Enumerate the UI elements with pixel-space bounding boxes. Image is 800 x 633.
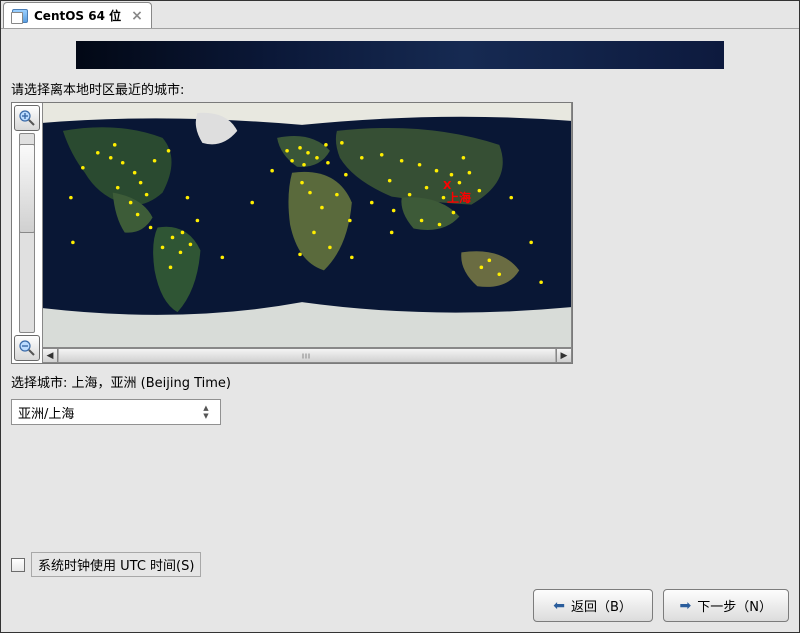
world-map-svg (43, 103, 571, 347)
city-dropdown[interactable]: 亚洲/上海 ▲ ▼ (11, 399, 221, 425)
arrow-left-icon: ⬅ (553, 598, 565, 614)
selected-city-label: 选择城市: 上海，亚洲 (Beijing Time) (11, 372, 789, 391)
zoom-in-button[interactable] (14, 105, 40, 131)
map-marker-label: 上海 (447, 189, 471, 206)
tab-title: CentOS 64 位 (34, 7, 121, 24)
close-icon[interactable]: × (131, 8, 143, 24)
zoom-slider[interactable] (19, 133, 35, 333)
zoom-thumb[interactable] (19, 144, 35, 233)
next-button[interactable]: ➡ 下一步（N） (663, 589, 789, 622)
next-button-label: 下一步（N） (697, 596, 772, 615)
back-button-label: 返回（B） (571, 596, 632, 615)
city-dropdown-value: 亚洲/上海 (18, 403, 198, 422)
vm-icon (12, 9, 28, 23)
scroll-left-button[interactable]: ◀ (42, 348, 58, 363)
utc-label[interactable]: 系统时钟使用 UTC 时间(S) (31, 552, 201, 577)
scroll-thumb[interactable] (58, 349, 556, 362)
header-banner (76, 41, 724, 69)
zoom-in-icon (18, 109, 36, 127)
selected-city-prefix: 选择城市: (11, 376, 72, 391)
dropdown-arrows-icon: ▲ ▼ (198, 405, 214, 420)
chevron-left-icon: ◀ (47, 351, 54, 361)
zoom-out-button[interactable] (14, 335, 40, 361)
arrow-right-icon: ➡ (680, 598, 692, 614)
utc-checkbox[interactable] (11, 558, 25, 572)
tab-bar: CentOS 64 位 × (1, 1, 799, 29)
world-map[interactable]: X 上海 (42, 103, 572, 347)
zoom-out-icon (18, 339, 36, 357)
scroll-right-button[interactable]: ▶ (556, 348, 572, 363)
map-horizontal-scrollbar[interactable]: ◀ ▶ (42, 347, 572, 363)
back-button[interactable]: ⬅ 返回（B） (533, 589, 653, 622)
timezone-prompt: 请选择离本地时区最近的城市: (11, 79, 789, 98)
scroll-track[interactable] (58, 348, 556, 363)
selected-city-value: 上海，亚洲 (Beijing Time) (72, 376, 231, 391)
tab-centos[interactable]: CentOS 64 位 × (3, 2, 152, 28)
timezone-map-container: X 上海 ◀ ▶ (11, 102, 573, 364)
chevron-right-icon: ▶ (561, 351, 568, 361)
